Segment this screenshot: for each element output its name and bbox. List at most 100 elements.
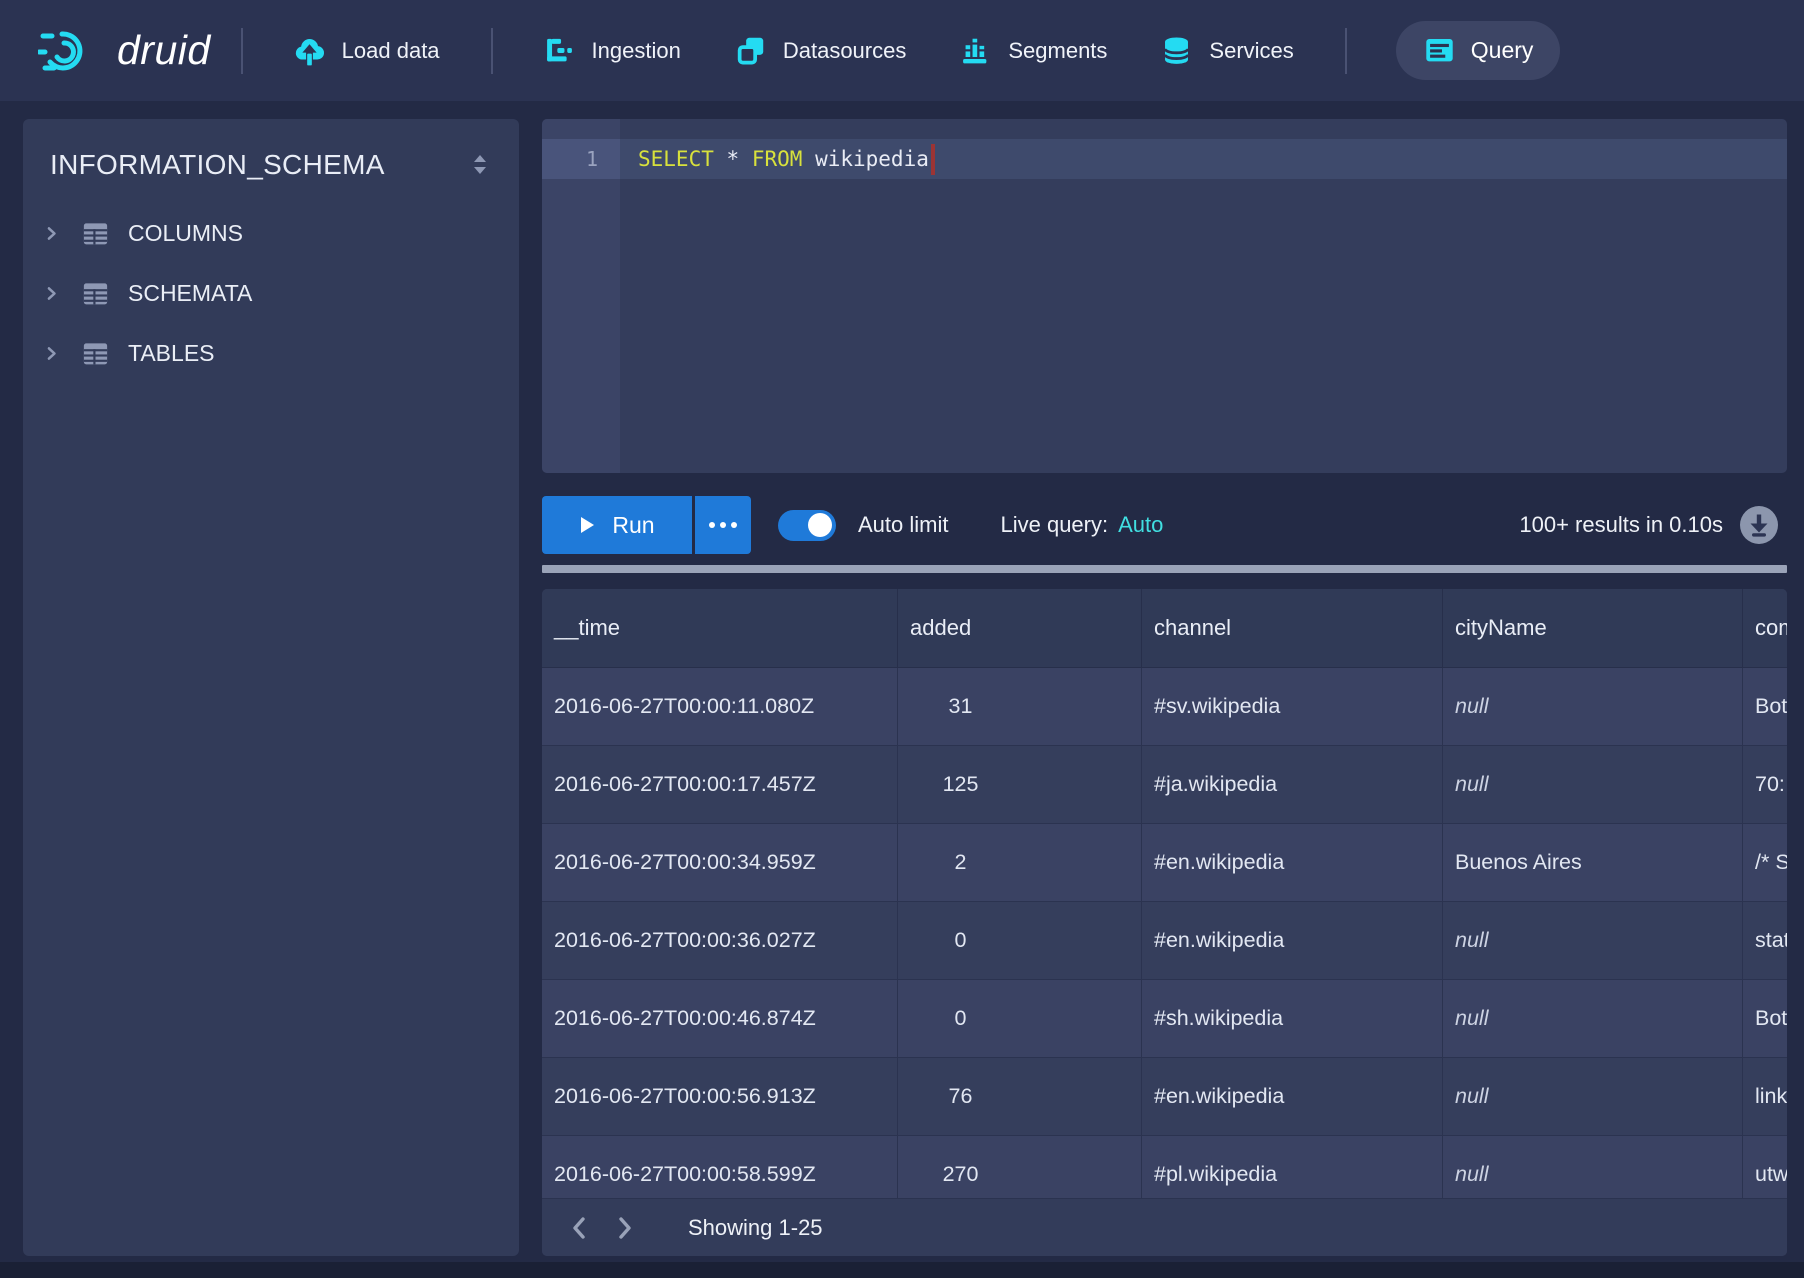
cell-comment[interactable]: link [1743, 1058, 1787, 1135]
chevron-right-icon [43, 285, 60, 302]
pagination-status: Showing 1-25 [688, 1215, 823, 1241]
cell-cityname[interactable]: null [1443, 746, 1743, 823]
console-icon [1423, 34, 1456, 67]
toggle-knob [808, 513, 832, 537]
database-icon [1161, 35, 1192, 66]
nav-item-load-data[interactable]: Load data [267, 0, 467, 101]
nav-item-label: Load data [342, 38, 440, 64]
run-button-label: Run [612, 512, 654, 539]
main-content: INFORMATION_SCHEMA [23, 119, 1787, 1256]
nav-item-label: Segments [1008, 38, 1107, 64]
sql-keyword: SELECT [638, 147, 714, 171]
cell-time[interactable]: 2016-06-27T00:00:36.027Z [542, 902, 898, 979]
nav-item-label: Services [1209, 38, 1293, 64]
gantt-chart-icon [544, 35, 575, 66]
navbar-divider [491, 28, 493, 74]
cell-channel[interactable]: #en.wikipedia [1142, 824, 1443, 901]
cell-added[interactable]: 125 [898, 746, 1142, 823]
sql-table-ref: wikipedia [815, 147, 929, 171]
double-caret-vertical-icon[interactable] [471, 153, 489, 177]
table-row: 2016-06-27T00:00:34.959Z 2 #en.wikipedia… [542, 824, 1787, 902]
sidebar-item-tables[interactable]: TABLES [23, 323, 519, 383]
sidebar-item-schemata[interactable]: SCHEMATA [23, 263, 519, 323]
sidebar-item-columns[interactable]: COLUMNS [23, 203, 519, 263]
query-results-panel: __time added channel cityName comment 20… [542, 589, 1787, 1256]
table-row: 2016-06-27T00:00:11.080Z 31 #sv.wikipedi… [542, 668, 1787, 746]
column-header-comment[interactable]: comment [1743, 589, 1787, 667]
chevron-right-icon [43, 345, 60, 362]
top-navbar: druid Load data Ingestion [0, 0, 1804, 101]
cell-channel[interactable]: #en.wikipedia [1142, 1058, 1443, 1135]
cell-time[interactable]: 2016-06-27T00:00:56.913Z [542, 1058, 898, 1135]
play-icon [579, 515, 596, 535]
chevron-right-icon[interactable] [602, 1205, 648, 1251]
navbar-divider [1345, 28, 1347, 74]
run-toolbar: Run Auto limit Live query: Auto 100+ res… [542, 496, 1787, 554]
cell-channel[interactable]: #en.wikipedia [1142, 902, 1443, 979]
cell-time[interactable]: 2016-06-27T00:00:46.874Z [542, 980, 898, 1057]
brand-name: druid [117, 27, 217, 74]
panel-resize-handle[interactable] [542, 565, 1787, 573]
table-row: 2016-06-27T00:00:46.874Z 0 #sh.wikipedia… [542, 980, 1787, 1058]
schema-explorer-panel: INFORMATION_SCHEMA [23, 119, 519, 1256]
cell-channel[interactable]: #ja.wikipedia [1142, 746, 1443, 823]
live-query-value[interactable]: Auto [1118, 512, 1163, 538]
nav-item-segments[interactable]: Segments [933, 0, 1134, 101]
cell-channel[interactable]: #sv.wikipedia [1142, 668, 1443, 745]
cell-comment[interactable]: stat [1743, 902, 1787, 979]
nav-item-datasources[interactable]: Datasources [708, 0, 934, 101]
results-body: 2016-06-27T00:00:11.080Z 31 #sv.wikipedi… [542, 668, 1787, 1214]
cell-time[interactable]: 2016-06-27T00:00:34.959Z [542, 824, 898, 901]
cell-added[interactable]: 31 [898, 668, 1142, 745]
nav-item-query-active[interactable]: Query [1396, 21, 1561, 80]
run-more-button[interactable] [695, 496, 751, 554]
cell-added[interactable]: 0 [898, 902, 1142, 979]
cell-added[interactable]: 0 [898, 980, 1142, 1057]
table-row: 2016-06-27T00:00:36.027Z 0 #en.wikipedia… [542, 902, 1787, 980]
pagination-bar: Showing 1-25 [542, 1198, 1787, 1256]
navbar-divider [241, 28, 243, 74]
live-query-label: Live query: [1000, 512, 1108, 538]
chevron-left-icon[interactable] [556, 1205, 602, 1251]
column-header-time[interactable]: __time [542, 589, 898, 667]
cell-comment[interactable]: /* S [1743, 824, 1787, 901]
druid-logo[interactable]: druid [38, 27, 217, 75]
cell-added[interactable]: 76 [898, 1058, 1142, 1135]
sql-star: * [727, 147, 740, 171]
line-number: 1 [542, 139, 620, 179]
cell-comment[interactable]: 70: [1743, 746, 1785, 823]
table-icon [80, 278, 111, 309]
nav-item-services[interactable]: Services [1134, 0, 1320, 101]
download-icon[interactable] [1739, 505, 1779, 545]
sql-editor[interactable]: 1 SELECT * FROM wikipedia [542, 119, 1787, 473]
nav-item-label: Query [1471, 37, 1534, 64]
cell-time[interactable]: 2016-06-27T00:00:17.457Z [542, 746, 898, 823]
cell-cityname[interactable]: null [1443, 902, 1743, 979]
cell-cityname[interactable]: null [1443, 980, 1743, 1057]
cell-comment[interactable]: Bot [1743, 980, 1787, 1057]
cell-time[interactable]: 2016-06-27T00:00:11.080Z [542, 668, 898, 745]
layers-icon [735, 35, 766, 66]
schema-tree: COLUMNS SCHEMATA [23, 203, 519, 383]
column-header-channel[interactable]: channel [1142, 589, 1443, 667]
column-header-cityname[interactable]: cityName [1443, 589, 1743, 667]
run-button[interactable]: Run [542, 496, 692, 554]
cell-cityname[interactable]: Buenos Aires [1443, 824, 1743, 901]
sql-code-line[interactable]: SELECT * FROM wikipedia [620, 139, 1787, 179]
auto-limit-label: Auto limit [858, 512, 948, 538]
table-row: 2016-06-27T00:00:17.457Z 125 #ja.wikiped… [542, 746, 1787, 824]
table-row: 2016-06-27T00:00:56.913Z 76 #en.wikipedi… [542, 1058, 1787, 1136]
cell-comment[interactable]: Bot [1743, 668, 1787, 745]
cell-added[interactable]: 2 [898, 824, 1142, 901]
column-header-added[interactable]: added [898, 589, 1142, 667]
nav-item-ingestion[interactable]: Ingestion [517, 0, 708, 101]
sidebar-item-label: SCHEMATA [128, 280, 252, 307]
nav-item-label: Ingestion [592, 38, 681, 64]
cell-cityname[interactable]: null [1443, 1058, 1743, 1135]
auto-limit-toggle[interactable] [778, 510, 836, 541]
cell-cityname[interactable]: null [1443, 668, 1743, 745]
more-dots-icon [709, 522, 737, 528]
sql-keyword: FROM [752, 147, 803, 171]
cell-channel[interactable]: #sh.wikipedia [1142, 980, 1443, 1057]
results-header-row: __time added channel cityName comment [542, 589, 1787, 668]
